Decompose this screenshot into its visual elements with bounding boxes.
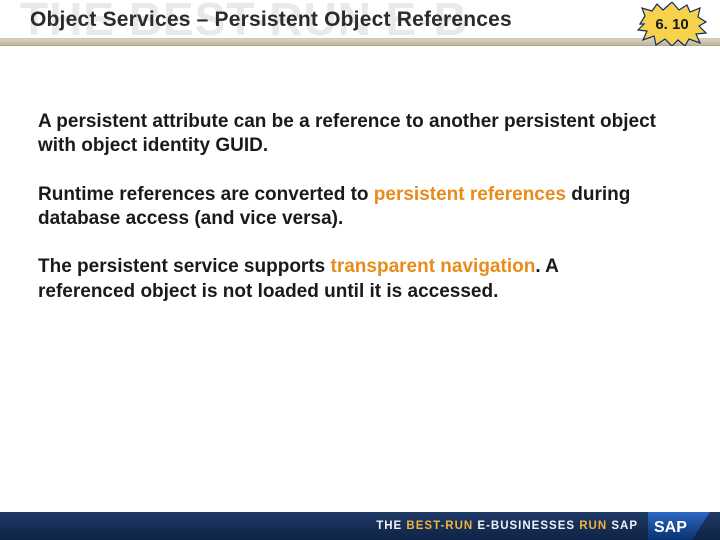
footer-post: SAP [607,520,638,532]
p2-pre: Runtime references are converted to [38,184,374,205]
p2-highlight: persistent references [374,184,566,205]
paragraph-3: The persistent service supports transpar… [38,255,660,304]
p1-pre: A persistent attribute can be a referenc… [38,111,656,156]
slide-number-label: 6. 10 [636,2,708,46]
footer-pre: THE [376,520,406,532]
sap-logo-icon: SAP [648,512,710,540]
footer-gold1: BEST-RUN [406,520,473,532]
paragraph-2: Runtime references are converted to pers… [38,183,660,232]
slide-number-starburst: 6. 10 [636,2,708,46]
slide-body: A persistent attribute can be a referenc… [38,110,660,328]
slide: THE BEST-RUN E-B Object Services – Persi… [0,0,720,540]
sap-logo-text: SAP [654,519,687,536]
paragraph-1: A persistent attribute can be a referenc… [38,110,660,159]
title-bar: Object Services – Persistent Object Refe… [0,0,720,40]
footer-gold2: RUN [579,520,607,532]
slide-title: Object Services – Persistent Object Refe… [30,8,512,32]
p3-pre: The persistent service supports [38,256,331,277]
title-divider [0,38,720,46]
footer-bar: THE BEST-RUN E-BUSINESSES RUN SAP SAP [0,512,720,540]
footer-tagline: THE BEST-RUN E-BUSINESSES RUN SAP [376,520,638,532]
p3-highlight: transparent navigation [331,256,536,277]
footer-mid: E-BUSINESSES [473,520,579,532]
